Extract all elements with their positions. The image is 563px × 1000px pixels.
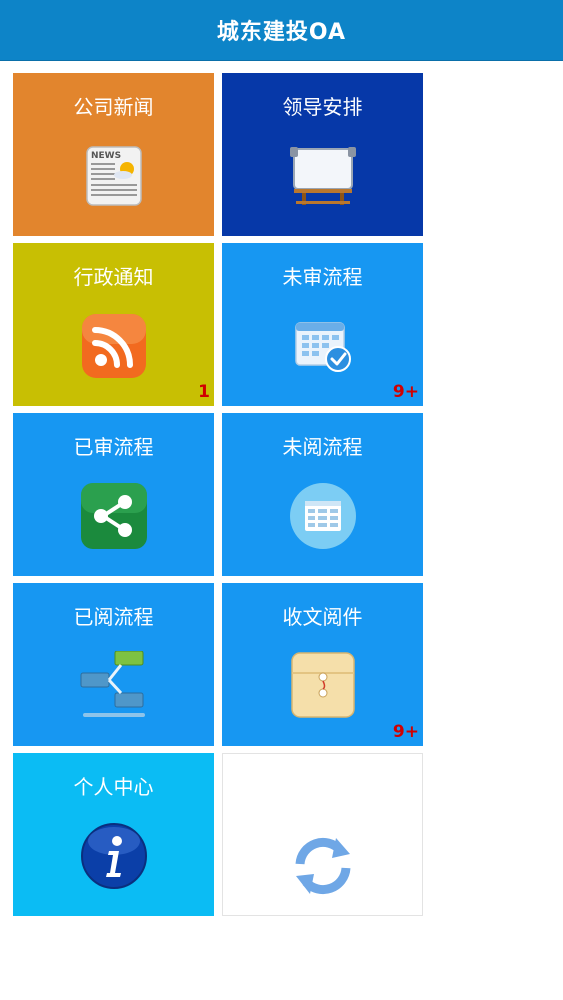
tile-label: 公司新闻	[73, 95, 154, 119]
tile-label: 收文阅件	[282, 605, 363, 629]
tile-label: 未阅流程	[282, 435, 363, 459]
unread-count-badge: 9+	[392, 722, 419, 742]
tile-label: 领导安排	[282, 95, 363, 119]
newspaper-icon: NEWS	[79, 141, 149, 211]
tile-unread[interactable]: 未阅流程	[222, 413, 423, 576]
tile-company-news[interactable]: 公司新闻 NEWS	[13, 73, 214, 236]
refresh-icon	[288, 830, 358, 900]
envelope-icon	[288, 651, 358, 721]
tile-admin-notice[interactable]: 行政通知 1	[13, 243, 214, 406]
tile-leader-schedule[interactable]: 领导安排	[222, 73, 423, 236]
svg-text:NEWS: NEWS	[91, 151, 121, 161]
info-icon	[79, 821, 149, 891]
tile-personal-center[interactable]: 个人中心	[13, 753, 214, 916]
whiteboard-icon	[288, 141, 358, 211]
top-bar: 城东建投OA	[0, 0, 563, 60]
tile-pending-review[interactable]: 未审流程 9+	[222, 243, 423, 406]
tile-received-documents[interactable]: 收文阅件 9+	[222, 583, 423, 746]
spreadsheet-icon	[288, 481, 358, 551]
tile-label: 行政通知	[73, 265, 154, 289]
tile-read[interactable]: 已阅流程	[13, 583, 214, 746]
share-icon	[79, 481, 149, 551]
app-title: 城东建投OA	[216, 20, 347, 45]
refresh-button[interactable]	[222, 753, 423, 916]
flowchart-icon	[79, 650, 149, 721]
rss-icon	[79, 311, 149, 381]
tile-label: 已审流程	[73, 435, 154, 459]
tile-label: 已阅流程	[73, 605, 154, 629]
tile-label: 个人中心	[73, 775, 154, 799]
unread-count-badge: 1	[198, 382, 210, 402]
tile-label: 未审流程	[282, 265, 363, 289]
unread-count-badge: 9+	[392, 382, 419, 402]
tile-reviewed[interactable]: 已审流程	[13, 413, 214, 576]
calendar-check-icon	[288, 311, 358, 381]
